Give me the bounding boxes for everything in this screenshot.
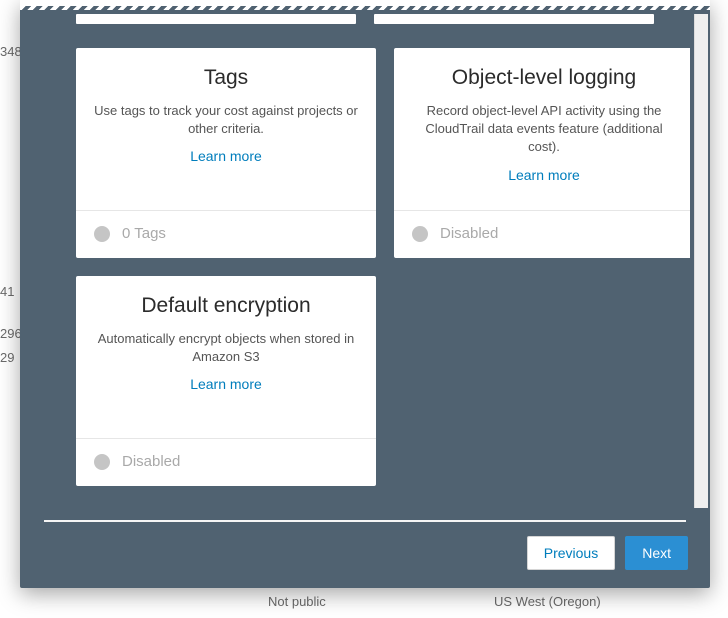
previous-button[interactable]: Previous [527, 536, 615, 570]
default-encryption-card[interactable]: Default encryption Automatically encrypt… [76, 276, 376, 486]
bg-partial-number: 29 [0, 350, 14, 365]
cards-scroll-area[interactable]: Tags Use tags to track your cost against… [40, 0, 690, 518]
status-indicator-icon [412, 226, 428, 242]
learn-more-link[interactable]: Learn more [190, 376, 262, 392]
next-button[interactable]: Next [625, 536, 688, 570]
object-logging-card[interactable]: Object-level logging Record object-level… [394, 48, 690, 258]
status-indicator-icon [94, 226, 110, 242]
bg-access-label: Not public [268, 594, 326, 609]
status-text: Disabled [122, 453, 180, 470]
card-title: Tags [94, 66, 358, 90]
card-title: Object-level logging [412, 66, 676, 90]
bg-partial-number: 296 [0, 326, 22, 341]
status-text: 0 Tags [122, 225, 166, 242]
modal-scrollbar[interactable] [694, 14, 708, 508]
card-stub [374, 14, 654, 24]
card-description: Automatically encrypt objects when store… [94, 330, 358, 366]
card-description: Use tags to track your cost against proj… [94, 102, 358, 138]
bg-partial-number: 348 [0, 44, 22, 59]
tags-card[interactable]: Tags Use tags to track your cost against… [76, 48, 376, 258]
card-description: Record object-level API activity using t… [412, 102, 676, 157]
bg-partial-number: 41 [0, 284, 14, 299]
status-text: Disabled [440, 225, 498, 242]
learn-more-link[interactable]: Learn more [508, 167, 580, 183]
card-row-cutoff [40, 14, 690, 24]
status-indicator-icon [94, 454, 110, 470]
card-stub [76, 14, 356, 24]
card-title: Default encryption [94, 294, 358, 318]
footer-divider [44, 520, 686, 522]
properties-modal: Tags Use tags to track your cost against… [20, 0, 710, 588]
learn-more-link[interactable]: Learn more [190, 148, 262, 164]
bg-region-label: US West (Oregon) [494, 594, 601, 609]
wizard-footer: Previous Next [527, 536, 688, 570]
